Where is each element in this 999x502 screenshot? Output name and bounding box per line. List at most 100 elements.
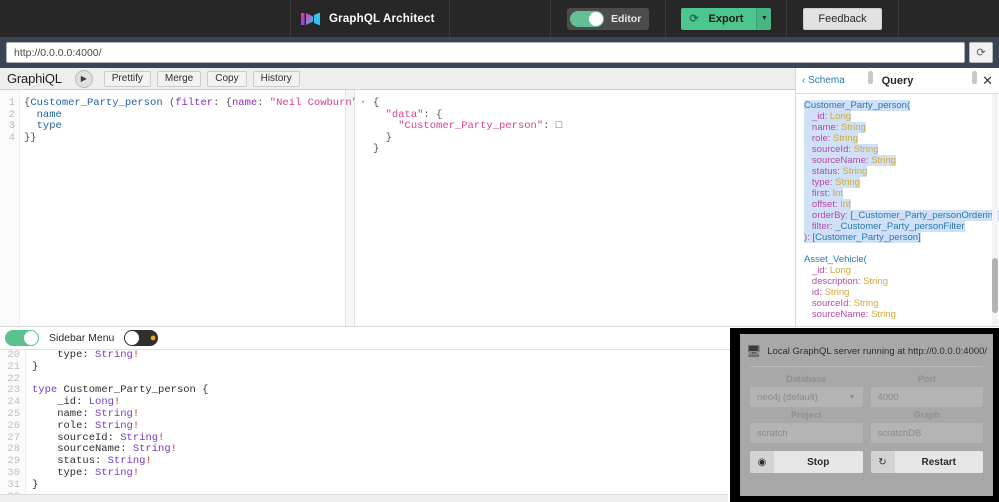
graphql-architect-window: GraphQL Architect Editor ⟳ Export ▼ Feed…: [0, 0, 999, 502]
doc-line: id: String: [804, 287, 850, 298]
execute-query-button[interactable]: ▶: [74, 69, 93, 88]
server-running-icon: 🖥: [745, 344, 762, 358]
project-value: scratch: [757, 427, 788, 439]
chevron-down-icon: ▼: [848, 393, 856, 401]
doc-drag-handle-left[interactable]: [868, 71, 873, 84]
server-status-row: 🖥 Local GraphQL server running at http:/…: [746, 342, 987, 360]
code-line: name: [24, 108, 62, 121]
line-number: 21: [7, 360, 20, 373]
stop-button-label: Stop: [807, 456, 830, 468]
feedback-button[interactable]: Feedback: [803, 7, 882, 30]
line-number: ▾: [361, 99, 366, 107]
doc-line: Customer_Party_person(: [804, 100, 911, 111]
prettify-button[interactable]: Prettify: [103, 70, 151, 87]
query-editor-code[interactable]: {Customer_Party_person (filter: {name: "…: [24, 97, 390, 144]
pane-resize-handle[interactable]: [345, 90, 355, 326]
copy-button[interactable]: Copy: [207, 70, 247, 87]
port-label: Port: [917, 374, 936, 384]
header-left-spacer: [0, 0, 291, 37]
sidebar-menu-switch[interactable]: [5, 330, 39, 346]
server-status-text: Local GraphQL server running at http://0…: [767, 345, 988, 357]
port-input[interactable]: 4000: [870, 387, 983, 407]
doc-line: name: String: [804, 122, 866, 133]
refresh-icon: ⟳: [689, 13, 699, 25]
editor-toggle[interactable]: Editor: [566, 7, 650, 30]
export-group: ⟳ Export ▼: [681, 7, 772, 30]
stop-record-icon: ◉: [750, 451, 774, 473]
doc-line: description: String: [804, 276, 888, 287]
graphiql-panes: 1234 {Customer_Party_person (filter: {na…: [0, 90, 795, 326]
documentation-panel: ‹ Schema Query ✕ Customer_Party_person( …: [795, 68, 999, 326]
editor-toggle-group: Editor: [551, 0, 667, 37]
doc-line: sourceName: String: [804, 309, 896, 320]
port-value: 4000: [877, 391, 899, 403]
play-icon: ▶: [80, 74, 87, 83]
code-line: "Customer_Party_person": □: [398, 120, 563, 133]
doc-line: role: String: [804, 133, 858, 144]
address-bar-row: http://0.0.0.0:4000/ ⟳: [0, 37, 999, 68]
graphql-architect-logo-icon: [301, 12, 320, 26]
graphiql-toolbar: GraphiQL ▶ Prettify Merge Copy History: [0, 68, 795, 90]
doc-line: [804, 243, 991, 254]
sidebar-switch-knob: [24, 331, 38, 345]
query-line-numbers: 1234: [0, 90, 20, 326]
project-label: Project: [790, 410, 822, 420]
doc-line: offset: Int: [804, 199, 851, 210]
doc-drag-handle-right[interactable]: [972, 71, 977, 84]
database-value: neo4j (default): [757, 391, 818, 403]
url-input[interactable]: http://0.0.0.0:4000/: [6, 42, 965, 63]
reload-button[interactable]: ⟳: [969, 42, 993, 63]
export-group-wrap: ⟳ Export ▼: [666, 0, 788, 37]
editor-switch[interactable]: [569, 10, 604, 27]
result-pane: ▾ { "data": { "Customer_Party_person": □…: [355, 90, 795, 326]
chevron-down-icon: ▼: [760, 14, 768, 22]
graph-input[interactable]: scratchDB: [870, 423, 983, 443]
line-number: 26: [7, 419, 20, 432]
doc-line: type: String: [804, 177, 860, 188]
database-select[interactable]: neo4j (default) ▼: [750, 387, 863, 407]
result-fold-gutter[interactable]: ▾: [361, 98, 371, 110]
restart-icon: ↻: [870, 451, 895, 473]
line-number: 4: [8, 131, 15, 144]
url-value: http://0.0.0.0:4000/: [14, 46, 102, 59]
doc-scrollbar-thumb[interactable]: [992, 258, 998, 313]
schema-editor-statusbar: [0, 494, 728, 502]
doc-panel-header: ‹ Schema Query ✕: [796, 68, 999, 94]
line-number: 1: [8, 97, 15, 109]
line-number: 30: [7, 466, 20, 479]
graph-label: Graph: [913, 410, 940, 420]
doc-line: ): [Customer_Party_person]: [804, 232, 921, 243]
code-line: }: [373, 143, 380, 156]
refresh-icon: ⟳: [976, 47, 986, 59]
doc-panel-content[interactable]: Customer_Party_person( _id: Long name: S…: [796, 94, 999, 326]
stop-server-button[interactable]: ◉ Stop: [750, 451, 863, 473]
theme-toggle-switch[interactable]: ●: [124, 330, 159, 346]
restart-server-button[interactable]: ↻ Restart: [870, 451, 983, 473]
close-icon[interactable]: ✕: [982, 74, 993, 87]
export-dropdown-button[interactable]: ▼: [756, 7, 772, 30]
doc-back-link[interactable]: ‹ Schema: [802, 75, 845, 86]
code-line: }}: [24, 131, 37, 144]
sidebar-menu-label: Sidebar Menu: [49, 332, 115, 344]
export-button[interactable]: ⟳ Export: [681, 7, 757, 30]
project-input[interactable]: scratch: [750, 423, 863, 443]
server-config-fields: Database Port neo4j (default) ▼ 4000 Pro…: [750, 371, 983, 443]
local-server-panel-highlight: 🖥 Local GraphQL server running at http:/…: [730, 328, 999, 502]
sun-emoji-icon: ●: [149, 332, 157, 344]
doc-line: first: Int: [804, 188, 844, 199]
merge-button[interactable]: Merge: [156, 70, 202, 87]
header-right-spacer: [899, 0, 999, 37]
doc-line: _id: Long: [804, 265, 852, 276]
doc-line: sourceName: String: [804, 155, 896, 166]
code-line: {Customer_Party_person (filter: {name: "…: [24, 97, 390, 109]
doc-line: sourceId: String: [804, 144, 879, 155]
database-label: Database: [786, 374, 827, 384]
doc-line: _id: Long: [804, 111, 852, 122]
line-number: 25: [7, 407, 20, 420]
history-button[interactable]: History: [252, 70, 300, 87]
header-mid-spacer: [450, 0, 551, 37]
theme-switch-knob: [125, 331, 140, 345]
query-editor-pane[interactable]: 1234 {Customer_Party_person (filter: {na…: [0, 90, 390, 326]
local-server-panel: 🖥 Local GraphQL server running at http:/…: [740, 334, 993, 496]
editor-toggle-label: Editor: [610, 12, 642, 25]
